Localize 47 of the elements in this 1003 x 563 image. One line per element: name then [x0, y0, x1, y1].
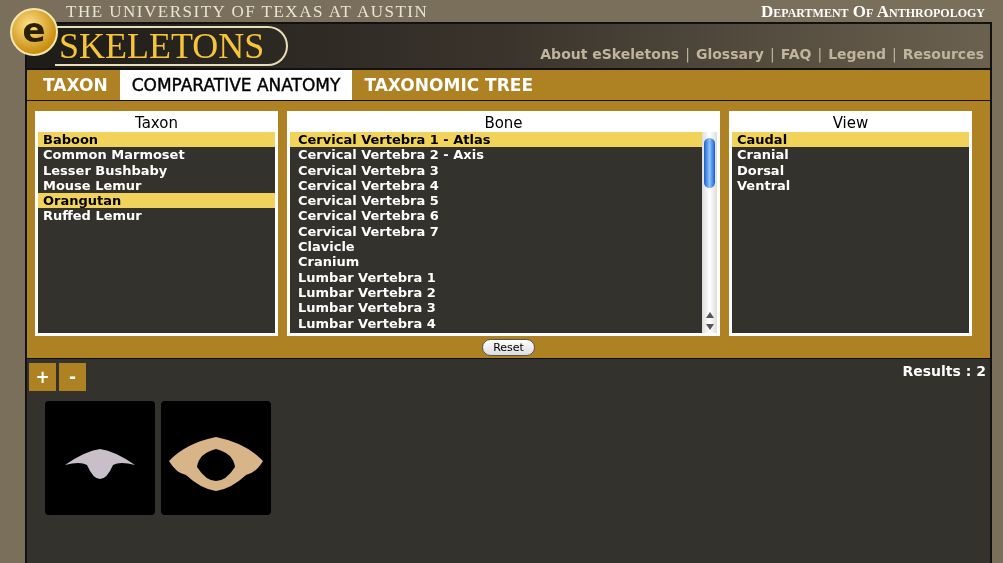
- nav-link[interactable]: FAQ: [780, 46, 812, 62]
- list-item[interactable]: Cervical Vertebra 3: [290, 162, 702, 178]
- list-item[interactable]: Lumbar Vertebra 4: [290, 315, 702, 331]
- photo-placeholder[interactable]: [161, 401, 271, 515]
- list-item[interactable]: Dorsal: [732, 162, 969, 178]
- nav-link[interactable]: About eSkeletons: [540, 46, 680, 62]
- results-count: Results : 2: [902, 363, 986, 379]
- scrollbar[interactable]: [702, 132, 717, 333]
- department-name: Department Of Anthropology: [760, 2, 985, 22]
- list-item[interactable]: Common Marmoset: [38, 147, 275, 163]
- list-item[interactable]: Cranium: [290, 254, 702, 270]
- list-item[interactable]: Mouse Lemur: [38, 177, 275, 194]
- reset-button[interactable]: Reset: [482, 339, 535, 356]
- list-item[interactable]: Baboon: [38, 132, 275, 148]
- list-item[interactable]: Cervical Vertebra 7: [290, 223, 702, 240]
- nav-link[interactable]: Glossary: [695, 46, 764, 62]
- list-item[interactable]: Lumbar Vertebra 2: [290, 284, 702, 301]
- list-item[interactable]: Cranial: [732, 147, 969, 163]
- university-name: THE UNIVERSITY OF TEXAS AT AUSTIN: [66, 2, 429, 22]
- list-item[interactable]: Cervical Vertebra 6: [290, 208, 702, 224]
- scroll-thumb[interactable]: [704, 138, 715, 188]
- nav-link[interactable]: Legend: [828, 46, 887, 62]
- scroll-up-icon[interactable]: [705, 312, 714, 318]
- list-item[interactable]: Ventral: [732, 177, 969, 194]
- list-item[interactable]: Lesser Bushbaby: [38, 162, 275, 178]
- list-item[interactable]: Cervical Vertebra 4: [290, 177, 702, 194]
- tab[interactable]: COMPARATIVE ANATOMY: [119, 70, 353, 100]
- logo-badge: e: [10, 8, 58, 56]
- list-item[interactable]: Lumbar Vertebra 3: [290, 300, 702, 316]
- list-item[interactable]: Caudal: [732, 132, 969, 148]
- list-item[interactable]: Clavicle: [290, 239, 702, 255]
- nav-separator: |: [770, 46, 775, 62]
- list-title: Taxon: [134, 114, 179, 132]
- photo-placeholder[interactable]: [45, 401, 155, 515]
- list-title: View: [831, 114, 870, 132]
- list-item[interactable]: Orangutan: [38, 193, 275, 209]
- nav-separator: |: [685, 46, 690, 62]
- list-item[interactable]: Cervical Vertebra 1 - Atlas: [290, 132, 702, 148]
- nav-separator: |: [892, 46, 897, 62]
- list-title: Bone: [483, 114, 524, 132]
- logo-text: SKELETONS: [55, 26, 289, 66]
- list-item[interactable]: Ruffed Lemur: [38, 208, 275, 224]
- list-item[interactable]: Cervical Vertebra 5: [290, 193, 702, 209]
- list-item[interactable]: Lumbar Vertebra 1: [290, 269, 702, 285]
- list-item[interactable]: Cervical Vertebra 2 - Axis: [290, 147, 702, 163]
- nav-separator: |: [817, 46, 823, 62]
- scroll-down-icon[interactable]: [705, 324, 714, 330]
